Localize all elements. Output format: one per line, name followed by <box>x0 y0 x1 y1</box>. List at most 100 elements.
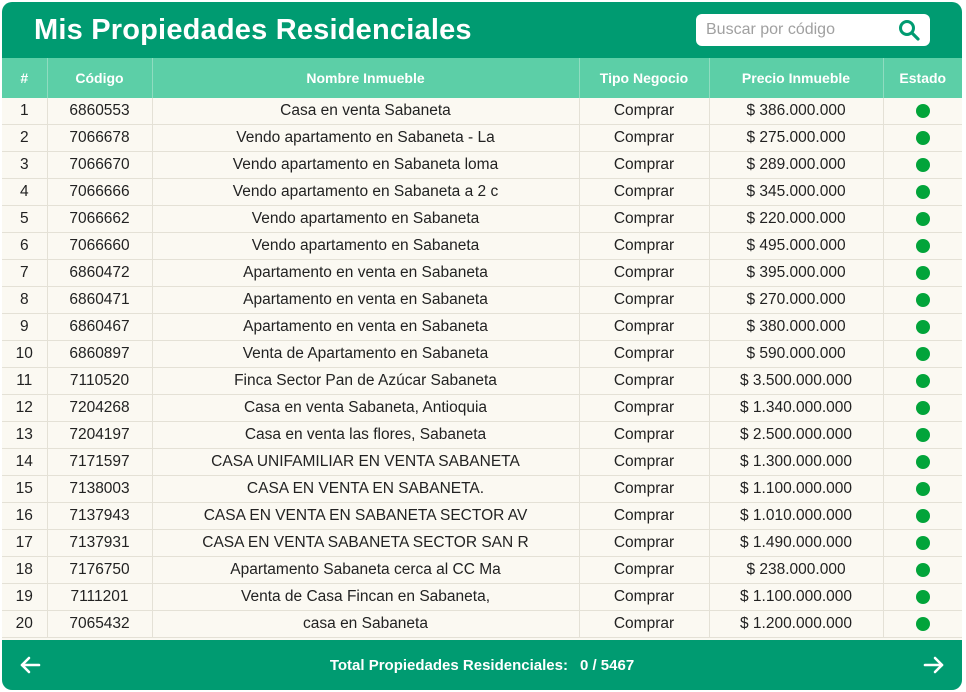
status-active-icon <box>915 319 930 334</box>
row-number: 9 <box>2 313 48 341</box>
search-input[interactable] <box>704 20 888 40</box>
property-price: $ 220.000.000 <box>709 205 884 233</box>
table-row[interactable]: 5 7066662 Vendo apartamento en Sabaneta Com… <box>2 205 962 233</box>
property-price: $ 270.000.000 <box>709 286 884 314</box>
property-code: 7066660 <box>47 232 153 260</box>
status-active-icon <box>915 427 930 442</box>
column-header-number[interactable]: # <box>2 58 48 98</box>
status-cell <box>883 340 962 368</box>
properties-table: # Código Nombre Inmueble Tipo Negocio Pr… <box>2 58 962 638</box>
status-cell <box>883 232 962 260</box>
table-row[interactable]: 19 7111201 Venta de Casa Fincan en Sabanet… <box>2 583 962 611</box>
status-cell <box>883 98 962 125</box>
property-code: 7204268 <box>47 394 153 422</box>
table-row[interactable]: 4 7066666 Vendo apartamento en Sabaneta a … <box>2 178 962 206</box>
table-row[interactable]: 16 7137943 CASA EN VENTA EN SABANETA SECTO… <box>2 502 962 530</box>
property-name: Vendo apartamento en Sabaneta - La <box>152 124 580 152</box>
status-active-icon <box>915 346 930 361</box>
status-active-icon <box>915 238 930 253</box>
status-active-icon <box>915 589 930 604</box>
property-name: casa en Sabaneta <box>152 610 580 638</box>
property-price: $ 275.000.000 <box>709 124 884 152</box>
property-name: Vendo apartamento en Sabaneta <box>152 205 580 233</box>
column-header-code[interactable]: Código <box>47 58 153 98</box>
property-code: 7171597 <box>47 448 153 476</box>
table-row[interactable]: 11 7110520 Finca Sector Pan de Azúcar Saba… <box>2 367 962 395</box>
table-row[interactable]: 10 6860897 Venta de Apartamento en Sabanet… <box>2 340 962 368</box>
property-code: 6860467 <box>47 313 153 341</box>
property-price: $ 238.000.000 <box>709 556 884 584</box>
table-row[interactable]: 13 7204197 Casa en venta las flores, Saban… <box>2 421 962 449</box>
row-number: 13 <box>2 421 48 449</box>
table-row[interactable]: 1 6860553 Casa en venta Sabaneta Comprar $ 3… <box>2 98 962 125</box>
business-type: Comprar <box>579 583 710 611</box>
table-row[interactable]: 20 7065432 casa en Sabaneta Comprar $ 1.200.… <box>2 610 962 638</box>
business-type: Comprar <box>579 178 710 206</box>
status-active-icon <box>915 292 930 307</box>
arrow-left-icon[interactable] <box>18 653 42 677</box>
table-row[interactable]: 6 7066660 Vendo apartamento en Sabaneta Com… <box>2 232 962 260</box>
column-header-business-type[interactable]: Tipo Negocio <box>579 58 710 98</box>
status-active-icon <box>915 562 930 577</box>
status-active-icon <box>915 103 930 118</box>
business-type: Comprar <box>579 340 710 368</box>
table-row[interactable]: 14 7171597 CASA UNIFAMILIAR EN VENTA SABAN… <box>2 448 962 476</box>
status-active-icon <box>915 535 930 550</box>
row-number: 16 <box>2 502 48 530</box>
business-type: Comprar <box>579 421 710 449</box>
search-icon[interactable] <box>898 19 920 41</box>
property-price: $ 289.000.000 <box>709 151 884 179</box>
table-row[interactable]: 8 6860471 Apartamento en venta en Sabaneta… <box>2 286 962 314</box>
business-type: Comprar <box>579 502 710 530</box>
row-number: 20 <box>2 610 48 638</box>
total-label: Total Propiedades Residenciales: <box>329 656 568 674</box>
status-cell <box>883 286 962 314</box>
status-cell <box>883 556 962 584</box>
column-header-name[interactable]: Nombre Inmueble <box>152 58 580 98</box>
column-header-status[interactable]: Estado <box>883 58 962 98</box>
property-price: $ 395.000.000 <box>709 259 884 287</box>
business-type: Comprar <box>579 448 710 476</box>
business-type: Comprar <box>579 286 710 314</box>
row-number: 14 <box>2 448 48 476</box>
row-number: 6 <box>2 232 48 260</box>
table-row[interactable]: 17 7137931 CASA EN VENTA SABANETA SECTOR S… <box>2 529 962 557</box>
column-header-price[interactable]: Precio Inmueble <box>709 58 884 98</box>
row-number: 11 <box>2 367 48 395</box>
property-code: 7066678 <box>47 124 153 152</box>
business-type: Comprar <box>579 124 710 152</box>
status-active-icon <box>915 130 930 145</box>
table-row[interactable]: 3 7066670 Vendo apartamento en Sabaneta lo… <box>2 151 962 179</box>
search-box <box>696 14 930 46</box>
business-type: Comprar <box>579 610 710 638</box>
business-type: Comprar <box>579 259 710 287</box>
status-active-icon <box>915 211 930 226</box>
property-price: $ 2.500.000.000 <box>709 421 884 449</box>
table-row[interactable]: 12 7204268 Casa en venta Sabaneta, Antioqu… <box>2 394 962 422</box>
property-price: $ 590.000.000 <box>709 340 884 368</box>
table-row[interactable]: 18 7176750 Apartamento Sabaneta cerca al C… <box>2 556 962 584</box>
property-name: Vendo apartamento en Sabaneta <box>152 232 580 260</box>
status-cell <box>883 529 962 557</box>
row-number: 18 <box>2 556 48 584</box>
business-type: Comprar <box>579 556 710 584</box>
table-row[interactable]: 9 6860467 Apartamento en venta en Sabaneta… <box>2 313 962 341</box>
property-code: 6860471 <box>47 286 153 314</box>
status-active-icon <box>915 616 930 631</box>
business-type: Comprar <box>579 313 710 341</box>
property-price: $ 1.200.000.000 <box>709 610 884 638</box>
table-row[interactable]: 2 7066678 Vendo apartamento en Sabaneta - … <box>2 124 962 152</box>
status-cell <box>883 205 962 233</box>
status-cell <box>883 610 962 638</box>
row-number: 2 <box>2 124 48 152</box>
total-value: 0 / 5467 <box>579 656 635 674</box>
status-active-icon <box>915 400 930 415</box>
table-row[interactable]: 15 7138003 CASA EN VENTA EN SABANETA. Compr… <box>2 475 962 503</box>
status-active-icon <box>915 373 930 388</box>
property-code: 7138003 <box>47 475 153 503</box>
table-row[interactable]: 7 6860472 Apartamento en venta en Sabaneta… <box>2 259 962 287</box>
business-type: Comprar <box>579 529 710 557</box>
row-number: 17 <box>2 529 48 557</box>
arrow-right-icon[interactable] <box>922 653 946 677</box>
status-cell <box>883 583 962 611</box>
